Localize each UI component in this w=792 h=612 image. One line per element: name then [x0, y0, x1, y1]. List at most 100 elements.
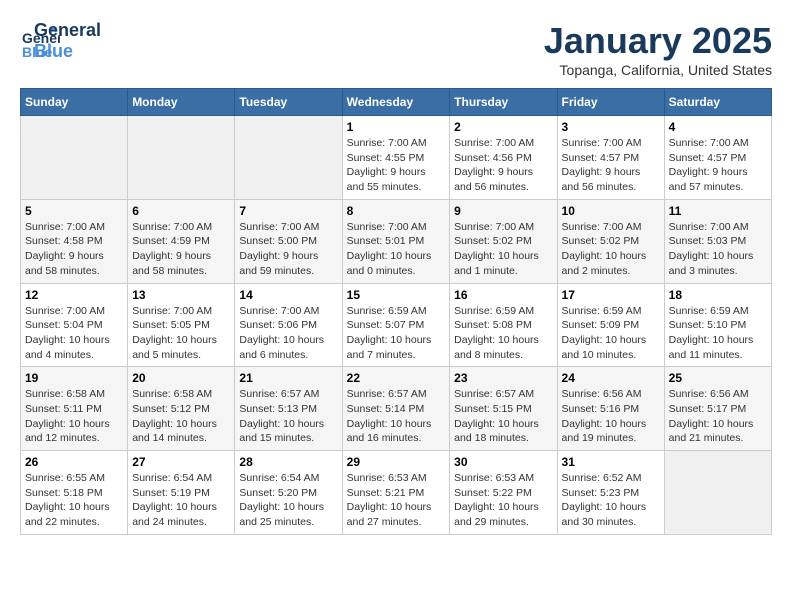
week-row-3: 12Sunrise: 7:00 AM Sunset: 5:04 PM Dayli…: [21, 283, 772, 367]
weekday-header-saturday: Saturday: [664, 89, 771, 116]
day-cell: 11 Sunrise: 7:00 AM Sunset: 5:03 PM Dayli…: [664, 199, 771, 283]
day-number: 22: [347, 371, 446, 385]
day-number: 8: [347, 204, 446, 218]
day-info: Sunrise: 7:00 AM Sunset: 5:00 PM Dayligh…: [239, 220, 337, 279]
day-info: Sunrise: 6:59 AM Sunset: 5:07 PM Dayligh…: [347, 304, 446, 363]
day-info: Sunrise: 6:59 AM Sunset: 5:09 PM Dayligh…: [562, 304, 660, 363]
day-info: Sunrise: 6:53 AM Sunset: 5:21 PM Dayligh…: [347, 471, 446, 530]
day-info: Sunrise: 7:00 AM Sunset: 4:58 PM Dayligh…: [25, 220, 123, 279]
day-number: 17: [562, 288, 660, 302]
day-info: Sunrise: 7:00 AM Sunset: 5:05 PM Dayligh…: [132, 304, 230, 363]
day-cell: 4 Sunrise: 7:00 AM Sunset: 4:57 PM Daylig…: [664, 116, 771, 200]
logo: General Blue General Blue: [20, 20, 101, 62]
weekday-header-thursday: Thursday: [450, 89, 557, 116]
day-cell: 13 Sunrise: 7:00 AM Sunset: 5:05 PM Dayli…: [128, 283, 235, 367]
day-cell: 19 Sunrise: 6:58 AM Sunset: 5:11 PM Dayli…: [21, 367, 128, 451]
day-number: 11: [669, 204, 767, 218]
day-number: 13: [132, 288, 230, 302]
calendar-table: SundayMondayTuesdayWednesdayThursdayFrid…: [20, 88, 772, 535]
day-number: 7: [239, 204, 337, 218]
weekday-header-tuesday: Tuesday: [235, 89, 342, 116]
day-cell: 9 Sunrise: 7:00 AM Sunset: 5:02 PM Daylig…: [450, 199, 557, 283]
day-cell: 30 Sunrise: 6:53 AM Sunset: 5:22 PM Dayli…: [450, 451, 557, 535]
day-number: 27: [132, 455, 230, 469]
day-number: 26: [25, 455, 123, 469]
weekday-header-monday: Monday: [128, 89, 235, 116]
weekday-header-friday: Friday: [557, 89, 664, 116]
week-row-5: 26 Sunrise: 6:55 AM Sunset: 5:18 PM Dayli…: [21, 451, 772, 535]
day-cell: [128, 116, 235, 200]
day-info: Sunrise: 6:57 AM Sunset: 5:14 PM Dayligh…: [347, 387, 446, 446]
day-info: Sunrise: 7:00 AM Sunset: 4:56 PM Dayligh…: [454, 136, 552, 195]
day-number: 3: [562, 120, 660, 134]
week-row-2: 5 Sunrise: 7:00 AM Sunset: 4:58 PM Daylig…: [21, 199, 772, 283]
day-cell: 22 Sunrise: 6:57 AM Sunset: 5:14 PM Dayli…: [342, 367, 450, 451]
day-info: Sunrise: 7:00 AM Sunset: 4:55 PM Dayligh…: [347, 136, 446, 195]
day-cell: 16Sunrise: 6:59 AM Sunset: 5:08 PM Dayli…: [450, 283, 557, 367]
day-cell: 14 Sunrise: 7:00 AM Sunset: 5:06 PM Dayli…: [235, 283, 342, 367]
day-cell: 26 Sunrise: 6:55 AM Sunset: 5:18 PM Dayli…: [21, 451, 128, 535]
week-row-4: 19 Sunrise: 6:58 AM Sunset: 5:11 PM Dayli…: [21, 367, 772, 451]
day-cell: 12Sunrise: 7:00 AM Sunset: 5:04 PM Dayli…: [21, 283, 128, 367]
day-cell: 10 Sunrise: 7:00 AM Sunset: 5:02 PM Dayli…: [557, 199, 664, 283]
day-info: Sunrise: 7:00 AM Sunset: 4:59 PM Dayligh…: [132, 220, 230, 279]
day-info: Sunrise: 6:57 AM Sunset: 5:13 PM Dayligh…: [239, 387, 337, 446]
day-cell: [235, 116, 342, 200]
day-info: Sunrise: 6:58 AM Sunset: 5:11 PM Dayligh…: [25, 387, 123, 446]
day-info: Sunrise: 6:54 AM Sunset: 5:20 PM Dayligh…: [239, 471, 337, 530]
day-info: Sunrise: 6:56 AM Sunset: 5:16 PM Dayligh…: [562, 387, 660, 446]
page-header: General Blue General Blue January 2025 T…: [20, 20, 772, 78]
day-info: Sunrise: 7:00 AM Sunset: 5:02 PM Dayligh…: [562, 220, 660, 279]
day-number: 19: [25, 371, 123, 385]
day-cell: 8 Sunrise: 7:00 AM Sunset: 5:01 PM Daylig…: [342, 199, 450, 283]
day-cell: 28 Sunrise: 6:54 AM Sunset: 5:20 PM Dayli…: [235, 451, 342, 535]
day-number: 14: [239, 288, 337, 302]
day-info: Sunrise: 6:56 AM Sunset: 5:17 PM Dayligh…: [669, 387, 767, 446]
day-number: 4: [669, 120, 767, 134]
day-cell: 6 Sunrise: 7:00 AM Sunset: 4:59 PM Daylig…: [128, 199, 235, 283]
day-cell: 20Sunrise: 6:58 AM Sunset: 5:12 PM Dayli…: [128, 367, 235, 451]
day-info: Sunrise: 7:00 AM Sunset: 5:03 PM Dayligh…: [669, 220, 767, 279]
day-number: 10: [562, 204, 660, 218]
day-info: Sunrise: 6:52 AM Sunset: 5:23 PM Dayligh…: [562, 471, 660, 530]
day-cell: 23Sunrise: 6:57 AM Sunset: 5:15 PM Dayli…: [450, 367, 557, 451]
title-block: January 2025 Topanga, California, United…: [544, 20, 772, 78]
day-number: 31: [562, 455, 660, 469]
day-cell: 18 Sunrise: 6:59 AM Sunset: 5:10 PM Dayli…: [664, 283, 771, 367]
day-number: 24: [562, 371, 660, 385]
day-number: 28: [239, 455, 337, 469]
weekday-header-row: SundayMondayTuesdayWednesdayThursdayFrid…: [21, 89, 772, 116]
day-info: Sunrise: 7:00 AM Sunset: 5:01 PM Dayligh…: [347, 220, 446, 279]
day-cell: 7 Sunrise: 7:00 AM Sunset: 5:00 PM Daylig…: [235, 199, 342, 283]
logo-blue-text: Blue: [34, 41, 101, 62]
day-info: Sunrise: 7:00 AM Sunset: 4:57 PM Dayligh…: [562, 136, 660, 195]
month-title: January 2025: [544, 20, 772, 62]
day-info: Sunrise: 6:53 AM Sunset: 5:22 PM Dayligh…: [454, 471, 552, 530]
day-info: Sunrise: 7:00 AM Sunset: 5:06 PM Dayligh…: [239, 304, 337, 363]
day-cell: 21Sunrise: 6:57 AM Sunset: 5:13 PM Dayli…: [235, 367, 342, 451]
day-number: 5: [25, 204, 123, 218]
day-info: Sunrise: 7:00 AM Sunset: 4:57 PM Dayligh…: [669, 136, 767, 195]
day-number: 18: [669, 288, 767, 302]
day-number: 6: [132, 204, 230, 218]
day-info: Sunrise: 6:58 AM Sunset: 5:12 PM Dayligh…: [132, 387, 230, 446]
day-number: 30: [454, 455, 552, 469]
day-cell: 31 Sunrise: 6:52 AM Sunset: 5:23 PM Dayli…: [557, 451, 664, 535]
day-number: 12: [25, 288, 123, 302]
day-cell: 3 Sunrise: 7:00 AM Sunset: 4:57 PM Daylig…: [557, 116, 664, 200]
day-info: Sunrise: 6:59 AM Sunset: 5:10 PM Dayligh…: [669, 304, 767, 363]
day-cell: 2Sunrise: 7:00 AM Sunset: 4:56 PM Daylig…: [450, 116, 557, 200]
weekday-header-wednesday: Wednesday: [342, 89, 450, 116]
day-cell: 29Sunrise: 6:53 AM Sunset: 5:21 PM Dayli…: [342, 451, 450, 535]
day-number: 9: [454, 204, 552, 218]
day-info: Sunrise: 7:00 AM Sunset: 5:02 PM Dayligh…: [454, 220, 552, 279]
day-cell: 27 Sunrise: 6:54 AM Sunset: 5:19 PM Dayli…: [128, 451, 235, 535]
day-info: Sunrise: 6:55 AM Sunset: 5:18 PM Dayligh…: [25, 471, 123, 530]
weekday-header-sunday: Sunday: [21, 89, 128, 116]
logo-general-text: General: [34, 20, 101, 41]
day-cell: 25Sunrise: 6:56 AM Sunset: 5:17 PM Dayli…: [664, 367, 771, 451]
day-number: 16: [454, 288, 552, 302]
week-row-1: 1Sunrise: 7:00 AM Sunset: 4:55 PM Daylig…: [21, 116, 772, 200]
day-cell: 5 Sunrise: 7:00 AM Sunset: 4:58 PM Daylig…: [21, 199, 128, 283]
day-info: Sunrise: 6:54 AM Sunset: 5:19 PM Dayligh…: [132, 471, 230, 530]
